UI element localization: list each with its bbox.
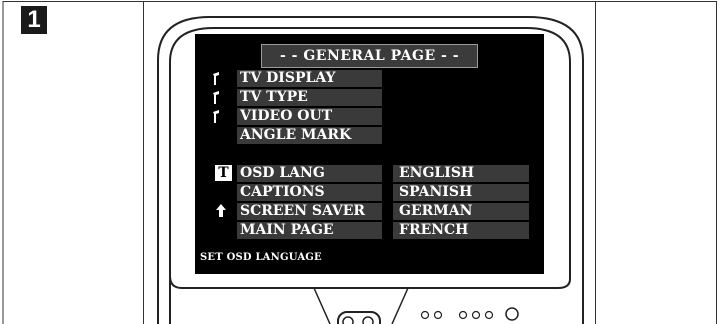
folder-arrow-icon: [213, 110, 219, 123]
power-button: [505, 307, 519, 321]
menu-item-video-out[interactable]: VIDEO OUT: [237, 108, 382, 125]
osd-screen: - - GENERAL PAGE - - T TV DISPLAY TV TYP…: [195, 34, 544, 274]
stand-left-line: [313, 287, 331, 324]
front-button-4: [471, 310, 481, 320]
menu-item-main-page[interactable]: MAIN PAGE: [237, 222, 382, 239]
menu-item-angle-mark[interactable]: ANGLE MARK: [237, 127, 382, 144]
stand-right-line: [391, 287, 409, 324]
folder-arrow-icon: [213, 91, 219, 104]
front-button-3: [458, 310, 468, 320]
front-button-2: [433, 310, 443, 320]
menu-item-tv-type[interactable]: TV TYPE: [237, 89, 382, 106]
osd-status-text: SET OSD LANGUAGE: [200, 252, 322, 263]
language-option-spanish[interactable]: SPANISH: [393, 184, 529, 201]
language-option-english[interactable]: ENGLISH: [393, 165, 529, 182]
menu-item-osd-lang[interactable]: OSD LANG: [237, 165, 382, 182]
osd-page-title: - - GENERAL PAGE - -: [261, 44, 478, 68]
menu-item-screen-saver[interactable]: SCREEN SAVER: [237, 203, 382, 220]
front-button-1: [420, 310, 430, 320]
front-button-5: [484, 310, 494, 320]
language-option-french[interactable]: FRENCH: [393, 222, 529, 239]
folder-arrow-icon: [213, 72, 219, 85]
menu-item-captions[interactable]: CAPTIONS: [237, 184, 382, 201]
tray-button-left: [342, 316, 354, 324]
tray-button-right: [362, 316, 374, 324]
menu-item-tv-display[interactable]: TV DISPLAY: [237, 70, 382, 87]
t-icon: T: [215, 165, 232, 181]
language-option-german[interactable]: GERMAN: [393, 203, 529, 220]
up-arrow-icon: [216, 204, 226, 217]
